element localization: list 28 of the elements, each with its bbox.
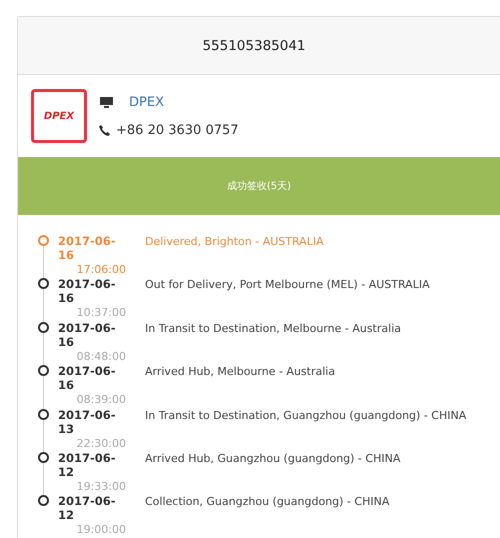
event-date: 2017-06-16 <box>58 234 117 262</box>
event-time: 22:30:00 <box>76 436 126 450</box>
event-time: 10:37:00 <box>76 306 126 320</box>
event-time: 17:06:00 <box>76 263 126 276</box>
status-text: 成功签收(5天) <box>226 180 292 193</box>
event-date: 2017-06-16 <box>58 364 117 392</box>
event-date: 2017-06-16 <box>58 320 117 349</box>
phone-icon <box>99 124 110 136</box>
event-description: Delivered, Brighton - AUSTRALIA <box>145 235 324 248</box>
carrier-link[interactable]: DPEX <box>129 94 164 110</box>
event-date: 2017-06-12 <box>58 450 117 479</box>
carrier-logo: DPEX <box>31 89 87 143</box>
event-description: Arrived Hub, Guangzhou (guangdong) - CHINA <box>145 452 400 465</box>
event-time: 19:00:00 <box>76 523 126 536</box>
event-time: 08:39:00 <box>76 393 126 406</box>
event-time: 19:33:00 <box>76 480 126 493</box>
tracking-number: 555105385041 <box>202 38 306 54</box>
event-description: In Transit to Destination, Melbourne - Australia <box>145 322 401 335</box>
event-description: Out for Delivery, Port Melbourne (MEL) - AUSTRALIA <box>145 278 430 292</box>
phone-number: +86 20 3630 0757 <box>116 122 239 138</box>
event-description: Arrived Hub, Melbourne - Australia <box>145 365 336 378</box>
event-date: 2017-06-13 <box>58 408 117 436</box>
event-time: 08:48:00 <box>76 350 126 363</box>
monitor-icon <box>99 96 114 108</box>
event-description: In Transit to Destination, Guangzhou (guangdong) - CHINA <box>145 408 466 422</box>
event-date: 2017-06-16 <box>58 277 117 306</box>
event-description: Collection, Guangzhou (guangdong) - CHINA <box>145 495 390 508</box>
event-date: 2017-06-12 <box>58 494 117 522</box>
